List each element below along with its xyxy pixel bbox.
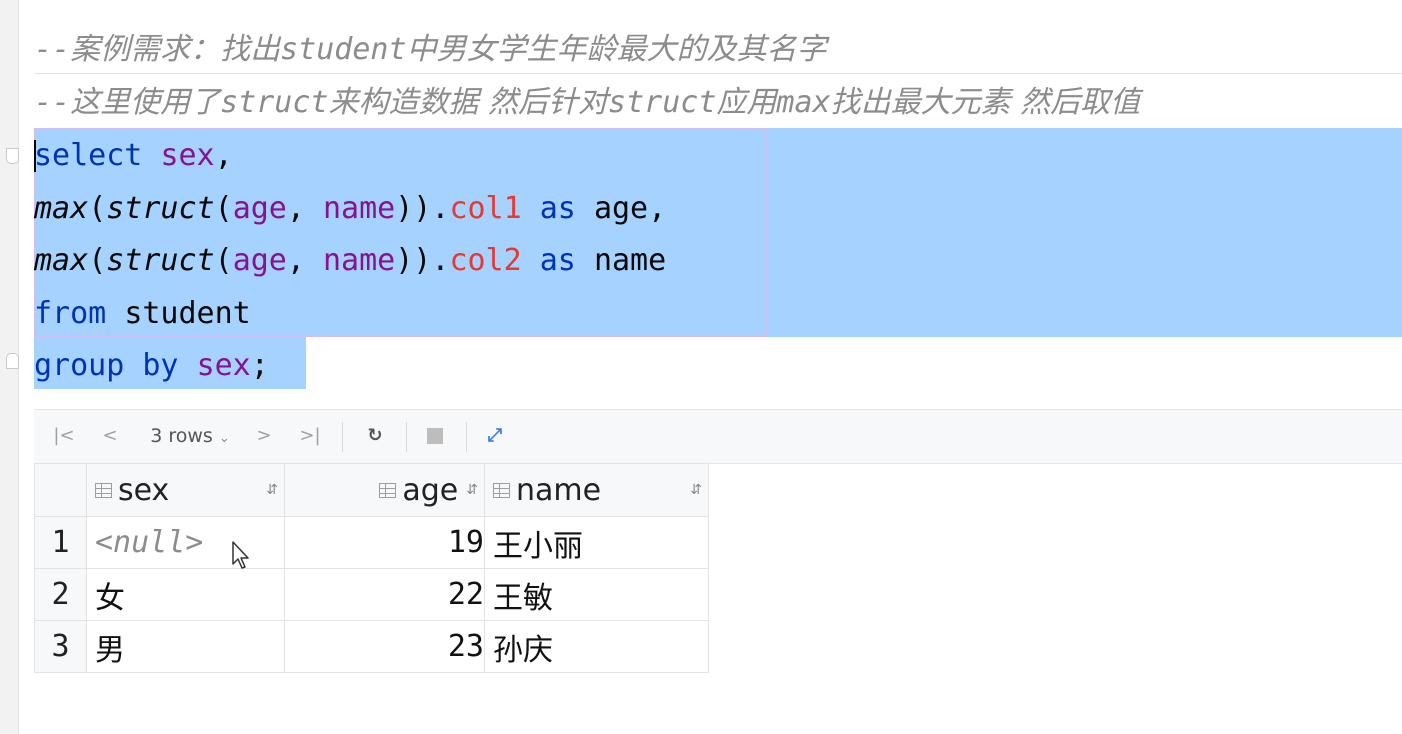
chevron-down-icon: ⌄ [218, 431, 230, 446]
sort-icon[interactable]: ⇵ [682, 482, 702, 498]
table-row[interactable]: 1 <null> 19 王小丽 [34, 516, 709, 569]
row-number: 1 [34, 516, 87, 569]
fold-start-icon[interactable] [6, 148, 19, 164]
sql-line-max-col2[interactable]: max(struct(age, name)).col2 as name [34, 235, 666, 287]
results-table: sex ⇵ age ⇵ name ⇵ 1 <null> 19 王小丽 2 女 22 王… [34, 463, 709, 673]
cell-age[interactable]: 19 [284, 516, 485, 569]
row-number: 3 [34, 620, 87, 673]
rows-count-dropdown[interactable]: 3 rows ⌄ [144, 422, 236, 450]
sql-line-from[interactable]: from student [34, 288, 251, 340]
line-separator [34, 73, 1402, 74]
text-caret [34, 140, 36, 172]
column-header-sex[interactable]: sex ⇵ [86, 463, 285, 517]
column-icon [379, 482, 397, 498]
column-header-name[interactable]: name ⇵ [484, 463, 709, 517]
comment-line-2[interactable]: --这里使用了struct来构造数据 然后针对struct应用max找出最大元素… [34, 77, 1140, 129]
column-icon [95, 482, 112, 498]
cell-name[interactable]: 孙庆 [484, 620, 709, 673]
cell-sex[interactable]: 女 [86, 568, 285, 621]
table-header-row: sex ⇵ age ⇵ name ⇵ [34, 463, 709, 517]
stop-icon[interactable] [427, 428, 443, 444]
last-page-icon[interactable]: >| [296, 422, 324, 450]
results-toolbar: |< < 3 rows ⌄ > >| ↻ ⤢ [34, 409, 1402, 464]
mouse-cursor-icon [232, 541, 249, 569]
table-row[interactable]: 2 女 22 王敏 [34, 568, 709, 621]
next-page-icon[interactable]: > [252, 422, 276, 450]
cell-name[interactable]: 王小丽 [484, 516, 709, 569]
column-header-age[interactable]: age ⇵ [284, 463, 485, 517]
sql-line-max-col1[interactable]: max(struct(age, name)).col1 as age, [34, 183, 666, 235]
column-icon [493, 482, 510, 498]
cell-sex[interactable]: <null> [86, 516, 285, 569]
cell-name[interactable]: 王敏 [484, 568, 709, 621]
table-row[interactable]: 3 男 23 孙庆 [34, 620, 709, 673]
prev-page-icon[interactable]: < [98, 422, 122, 450]
fold-end-icon[interactable] [6, 353, 19, 369]
toolbar-divider [342, 422, 343, 452]
cell-sex[interactable]: 男 [86, 620, 285, 673]
comment-line-1[interactable]: --案例需求：找出student中男女学生年龄最大的及其名字 [34, 24, 827, 76]
toolbar-divider [466, 422, 467, 452]
row-number: 2 [34, 568, 87, 621]
pin-icon[interactable]: ⤢ [480, 422, 510, 450]
sort-icon[interactable]: ⇵ [258, 482, 278, 498]
cell-age[interactable]: 23 [284, 620, 485, 673]
toolbar-divider [406, 422, 407, 452]
sql-line-select[interactable]: select sex, [34, 130, 233, 182]
sql-line-group-by[interactable]: group by sex; [34, 340, 269, 392]
sort-icon[interactable]: ⇵ [458, 482, 478, 498]
cell-age[interactable]: 22 [284, 568, 485, 621]
sql-editor-window: --案例需求：找出student中男女学生年龄最大的及其名字 --这里使用了st… [0, 0, 1402, 734]
corner-cell [34, 463, 87, 517]
refresh-icon[interactable]: ↻ [360, 422, 390, 450]
first-page-icon[interactable]: |< [50, 422, 78, 450]
